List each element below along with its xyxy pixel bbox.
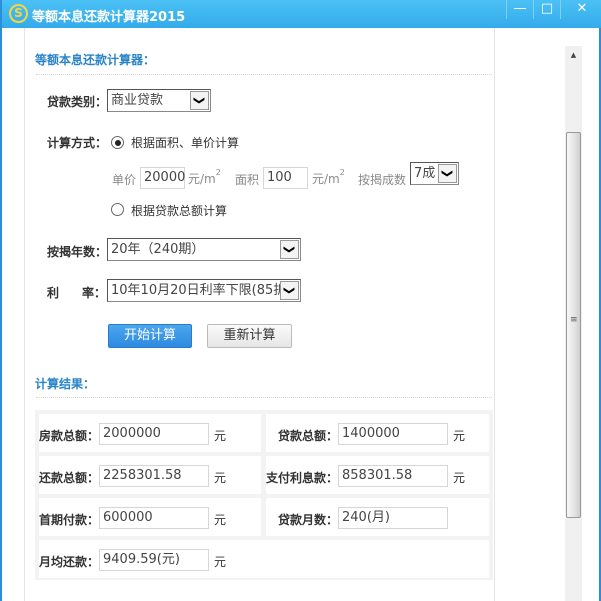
app-logo-icon: S — [9, 4, 28, 23]
minimize-button[interactable]: — — [506, 0, 533, 19]
scroll-up-arrow-icon[interactable]: ▲ — [565, 46, 582, 64]
loan-months-label: 贷款月数： — [278, 513, 339, 527]
rate-select[interactable]: 10年10月20日利率下限(85折 ❯ — [107, 279, 301, 302]
ratio-label: 按揭成数 — [358, 173, 407, 187]
down-payment-unit: 元 — [214, 513, 227, 527]
area-unit: 元/m2 — [312, 168, 345, 186]
years-select[interactable]: 20年（240期） ❯ — [107, 238, 301, 261]
ratio-value: 7成 — [414, 166, 436, 181]
radio-by-total[interactable] — [111, 203, 124, 216]
interest-label: 支付利息款： — [266, 471, 339, 485]
monthly-unit: 元 — [214, 555, 227, 569]
repay-total-unit: 元 — [214, 471, 227, 485]
loan-total-field[interactable]: 1400000 — [338, 423, 448, 445]
area-label: 面积 — [235, 173, 260, 187]
unit-price-input[interactable]: 20000 — [140, 167, 185, 189]
down-payment-label: 首期付款： — [39, 513, 100, 527]
loan-type-value: 商业贷款 — [111, 93, 164, 108]
maximize-button[interactable]: □ — [533, 0, 560, 19]
rate-label-left: 利 — [47, 286, 60, 300]
app-window: S 等额本息还款计算器2015 — □ ✕ 等额本息还款计算器： 贷款类别： 商… — [0, 0, 601, 601]
unit-price-label: 单价 — [112, 173, 137, 187]
house-total-unit: 元 — [214, 429, 227, 443]
content-left-border — [24, 28, 25, 601]
grip-icon: ≡ — [570, 315, 578, 325]
area-input[interactable]: 100 — [263, 167, 308, 189]
loan-type-label: 贷款类别： — [47, 95, 108, 109]
years-value: 20年（240期） — [111, 242, 205, 257]
radio-by-area-label[interactable]: 根据面积、单价计算 — [131, 134, 239, 151]
repay-total-field[interactable]: 2258301.58 — [99, 465, 209, 487]
interest-field[interactable]: 858301.58 — [338, 465, 448, 487]
reset-button[interactable]: 重新计算 — [207, 324, 292, 348]
repay-total-label: 还款总额： — [39, 471, 100, 485]
calculator-section-title: 等额本息还款计算器： — [35, 53, 156, 67]
window-controls: — □ ✕ — [506, 0, 601, 20]
content-right-border — [494, 28, 495, 601]
ratio-select[interactable]: 7成 ❯ — [410, 162, 459, 185]
chevron-down-icon[interactable]: ❯ — [190, 91, 209, 110]
scrollbar-thumb[interactable]: ≡ — [566, 132, 581, 518]
results-section-title: 计算结果： — [35, 377, 96, 391]
monthly-field[interactable]: 9409.59(元) — [99, 549, 209, 571]
loan-total-label: 贷款总额： — [278, 429, 339, 443]
radio-by-total-label[interactable]: 根据贷款总额计算 — [131, 202, 227, 219]
years-label: 按揭年数： — [47, 245, 108, 259]
unit-price-unit: 元/m2 — [188, 168, 221, 186]
section-divider — [36, 74, 492, 75]
house-total-field[interactable]: 2000000 — [99, 423, 209, 445]
rate-value: 10年10月20日利率下限(85折 — [111, 283, 287, 298]
interest-unit: 元 — [453, 471, 466, 485]
window-title: 等额本息还款计算器2015 — [32, 10, 186, 25]
title-bar[interactable]: S 等额本息还款计算器2015 — □ ✕ — [2, 0, 601, 28]
chevron-down-icon[interactable]: ❯ — [280, 281, 299, 300]
results-divider — [36, 397, 492, 398]
calc-method-label: 计算方式： — [47, 136, 108, 150]
radio-by-area[interactable] — [111, 136, 124, 149]
calculate-button[interactable]: 开始计算 — [108, 324, 192, 348]
chevron-down-icon[interactable]: ❯ — [438, 164, 457, 183]
chevron-down-icon[interactable]: ❯ — [280, 240, 299, 259]
monthly-label: 月均还款： — [39, 555, 100, 569]
rate-label-right: 率： — [82, 286, 107, 300]
down-payment-field[interactable]: 600000 — [99, 507, 209, 529]
vertical-scrollbar[interactable]: ▲ ≡ — [565, 46, 582, 601]
loan-months-field[interactable]: 240(月) — [338, 507, 448, 529]
house-total-label: 房款总额： — [39, 429, 100, 443]
close-button[interactable]: ✕ — [560, 0, 601, 19]
loan-type-select[interactable]: 商业贷款 ❯ — [107, 89, 211, 112]
loan-total-unit: 元 — [453, 429, 466, 443]
